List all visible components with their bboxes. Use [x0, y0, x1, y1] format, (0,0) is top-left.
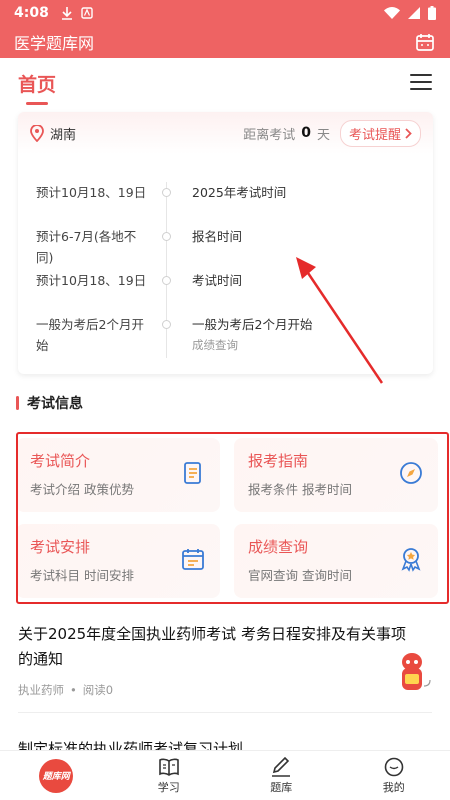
timeline-date: 预计10月18、19日: [36, 185, 147, 200]
countdown-unit: 天: [316, 127, 330, 143]
countdown-value: 0: [301, 125, 311, 141]
article-meta: 执业药师 • 阅读0: [18, 682, 432, 698]
timeline-dot: [162, 276, 171, 285]
calendar-button[interactable]: [414, 31, 436, 53]
exam-reminder-button[interactable]: 考试提醒: [339, 119, 421, 147]
info-card-guide[interactable]: 报考指南 报考条件 报考时间: [234, 438, 438, 512]
nav-study[interactable]: 学习: [113, 751, 226, 800]
timeline-dot: [162, 232, 171, 241]
menu-icon-line: [410, 74, 432, 76]
location-pin-icon: [30, 124, 44, 142]
bottom-nav: 题库网 学习 题库 我的: [0, 750, 450, 800]
section-title-text: 考试信息: [27, 396, 83, 412]
article-thumbnail: [402, 653, 431, 690]
exam-countdown: 距离考试 0 天: [243, 124, 330, 143]
timeline-dot: [162, 188, 171, 197]
location-label: 湖南: [50, 127, 77, 143]
article-item[interactable]: 关于2025年度全国执业药师考试 考务日程安排及有关事项的通知 执业药师 • 阅…: [18, 622, 432, 698]
timeline-event: 2025年考试时间: [192, 185, 287, 200]
exam-card-header: 湖南 距离考试 0 天 考试提醒: [18, 112, 433, 154]
calendar-icon: [416, 34, 434, 51]
menu-icon-line: [410, 88, 432, 90]
profile-icon: [384, 757, 404, 776]
meta-separator: •: [70, 683, 77, 697]
article-reads: 阅读0: [82, 683, 114, 697]
app-title: 医学题库网: [14, 34, 95, 53]
pencil-icon: [272, 756, 291, 777]
timeline-line: [166, 182, 167, 358]
countdown-prefix: 距离考试: [243, 127, 296, 143]
page-header: 首页: [0, 58, 450, 110]
document-icon: [184, 462, 201, 484]
app-bar: 医学题库网: [0, 26, 450, 58]
app-notification-icon: [81, 7, 93, 19]
info-card-schedule[interactable]: 考试安排 考试科目 时间安排: [16, 524, 220, 598]
status-time: 4:08: [14, 5, 49, 21]
timeline-event: 一般为考后2个月开始: [192, 317, 313, 332]
article-title: 关于2025年度全国执业药师考试 考务日程安排及有关事项的通知: [18, 625, 406, 668]
status-bar: 4:08: [0, 0, 450, 26]
timeline-event: 报名时间: [192, 229, 243, 244]
tab-indicator: [26, 102, 48, 105]
app-logo: 题库网: [39, 758, 74, 793]
exam-schedule-card: 湖南 距离考试 0 天 考试提醒 预计10月18、19日 2025年考试时间 预…: [18, 112, 433, 374]
battery-icon: [428, 6, 436, 20]
download-icon: [61, 7, 72, 20]
timeline-event-group: 一般为考后2个月开始 成绩查询: [192, 314, 422, 356]
timeline-date: 预计6-7月(各地不同): [36, 229, 137, 265]
signal-icon: [408, 7, 420, 19]
menu-button[interactable]: [410, 74, 432, 92]
nav-label: 学习: [157, 780, 180, 794]
nav-profile[interactable]: 我的: [338, 751, 450, 800]
article-category: 执业药师: [18, 683, 64, 697]
wifi-icon: [384, 7, 400, 19]
exam-reminder-label: 考试提醒: [348, 127, 401, 143]
award-icon: [401, 548, 421, 572]
nav-label: 我的: [382, 780, 405, 794]
nav-home-logo[interactable]: 题库网: [0, 751, 113, 800]
timeline-event-sub: 成绩查询: [192, 338, 238, 352]
timeline-date: 预计10月18、19日: [36, 273, 147, 288]
compass-icon: [400, 462, 422, 484]
location-selector[interactable]: 湖南: [30, 124, 76, 143]
info-card-score[interactable]: 成绩查询 官网查询 查询时间: [234, 524, 438, 598]
section-title: 考试信息: [16, 393, 83, 413]
section-title-bar: [16, 396, 19, 410]
calendar-icon: [182, 549, 204, 570]
tab-home[interactable]: 首页: [18, 70, 56, 97]
timeline-event: 考试时间: [192, 273, 243, 288]
exam-info-grid: 考试简介 考试介绍 政策优势 报考指南 报考条件 报考时间 考试安排 考试科目 …: [16, 434, 450, 604]
book-icon: [158, 758, 179, 776]
list-divider: [18, 712, 432, 713]
nav-label: 题库: [270, 780, 293, 794]
timeline-date: 一般为考后2个月开始: [36, 317, 144, 353]
chevron-right-icon: [405, 127, 412, 139]
info-card-intro[interactable]: 考试简介 考试介绍 政策优势: [16, 438, 220, 512]
menu-icon-line: [410, 81, 432, 83]
timeline-dot: [162, 320, 171, 329]
nav-question-bank[interactable]: 题库: [225, 751, 338, 800]
